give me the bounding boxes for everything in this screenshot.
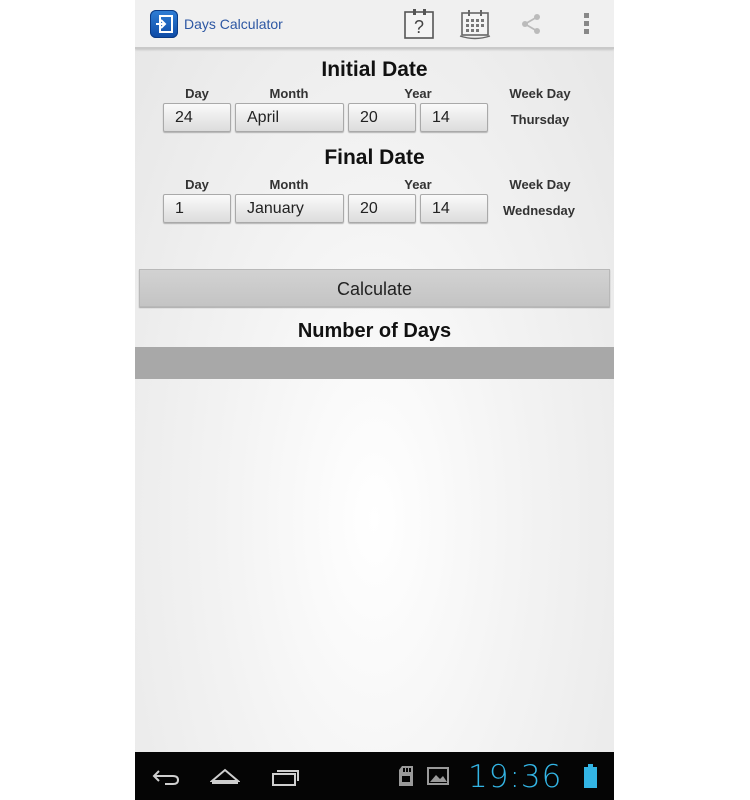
system-nav-bar: 19:36 xyxy=(135,752,614,800)
home-icon[interactable] xyxy=(209,767,241,790)
initial-month-spinner[interactable]: April xyxy=(235,103,344,132)
calculate-button[interactable]: Calculate xyxy=(139,269,610,307)
status-clock: 19:36 xyxy=(468,759,563,795)
sd-card-icon xyxy=(398,765,414,792)
final-month-label: Month xyxy=(269,177,309,192)
battery-icon xyxy=(584,764,597,793)
overflow-menu-icon[interactable] xyxy=(581,12,593,36)
device-screen: Days Calculator ? Initial Date Day Month… xyxy=(135,0,614,800)
final-weekday-label: Week Day xyxy=(509,177,571,192)
calendar-icon[interactable] xyxy=(458,8,492,40)
initial-year-label: Year xyxy=(404,86,432,101)
gallery-icon xyxy=(427,767,449,790)
initial-date-title: Initial Date xyxy=(321,58,428,81)
final-day-label: Day xyxy=(185,177,209,192)
initial-weekday-label: Week Day xyxy=(509,86,571,101)
recents-icon[interactable] xyxy=(271,768,301,791)
initial-day-label: Day xyxy=(185,86,209,101)
initial-year-spinner[interactable]: 14 xyxy=(420,103,488,132)
initial-century-spinner[interactable]: 20 xyxy=(348,103,416,132)
app-title: Days Calculator xyxy=(184,16,283,32)
number-of-days-result xyxy=(135,347,614,379)
final-day-spinner[interactable]: 1 xyxy=(163,194,231,223)
initial-day-spinner[interactable]: 24 xyxy=(163,103,231,132)
share-icon[interactable] xyxy=(519,12,543,36)
final-century-spinner[interactable]: 20 xyxy=(348,194,416,223)
initial-month-label: Month xyxy=(269,86,309,101)
initial-weekday-value: Thursday xyxy=(510,112,570,127)
final-date-title: Final Date xyxy=(324,146,425,169)
action-bar: Days Calculator ? xyxy=(135,0,614,49)
final-weekday-value: Wednesday xyxy=(502,203,575,218)
back-icon[interactable] xyxy=(151,768,181,791)
final-month-spinner[interactable]: January xyxy=(235,194,344,223)
svg-text:?: ? xyxy=(414,17,424,37)
final-year-label: Year xyxy=(404,177,432,192)
help-icon[interactable]: ? xyxy=(402,8,436,40)
final-year-spinner[interactable]: 14 xyxy=(420,194,488,223)
app-launch-icon[interactable] xyxy=(150,10,178,38)
number-of-days-title: Number of Days xyxy=(297,320,452,342)
